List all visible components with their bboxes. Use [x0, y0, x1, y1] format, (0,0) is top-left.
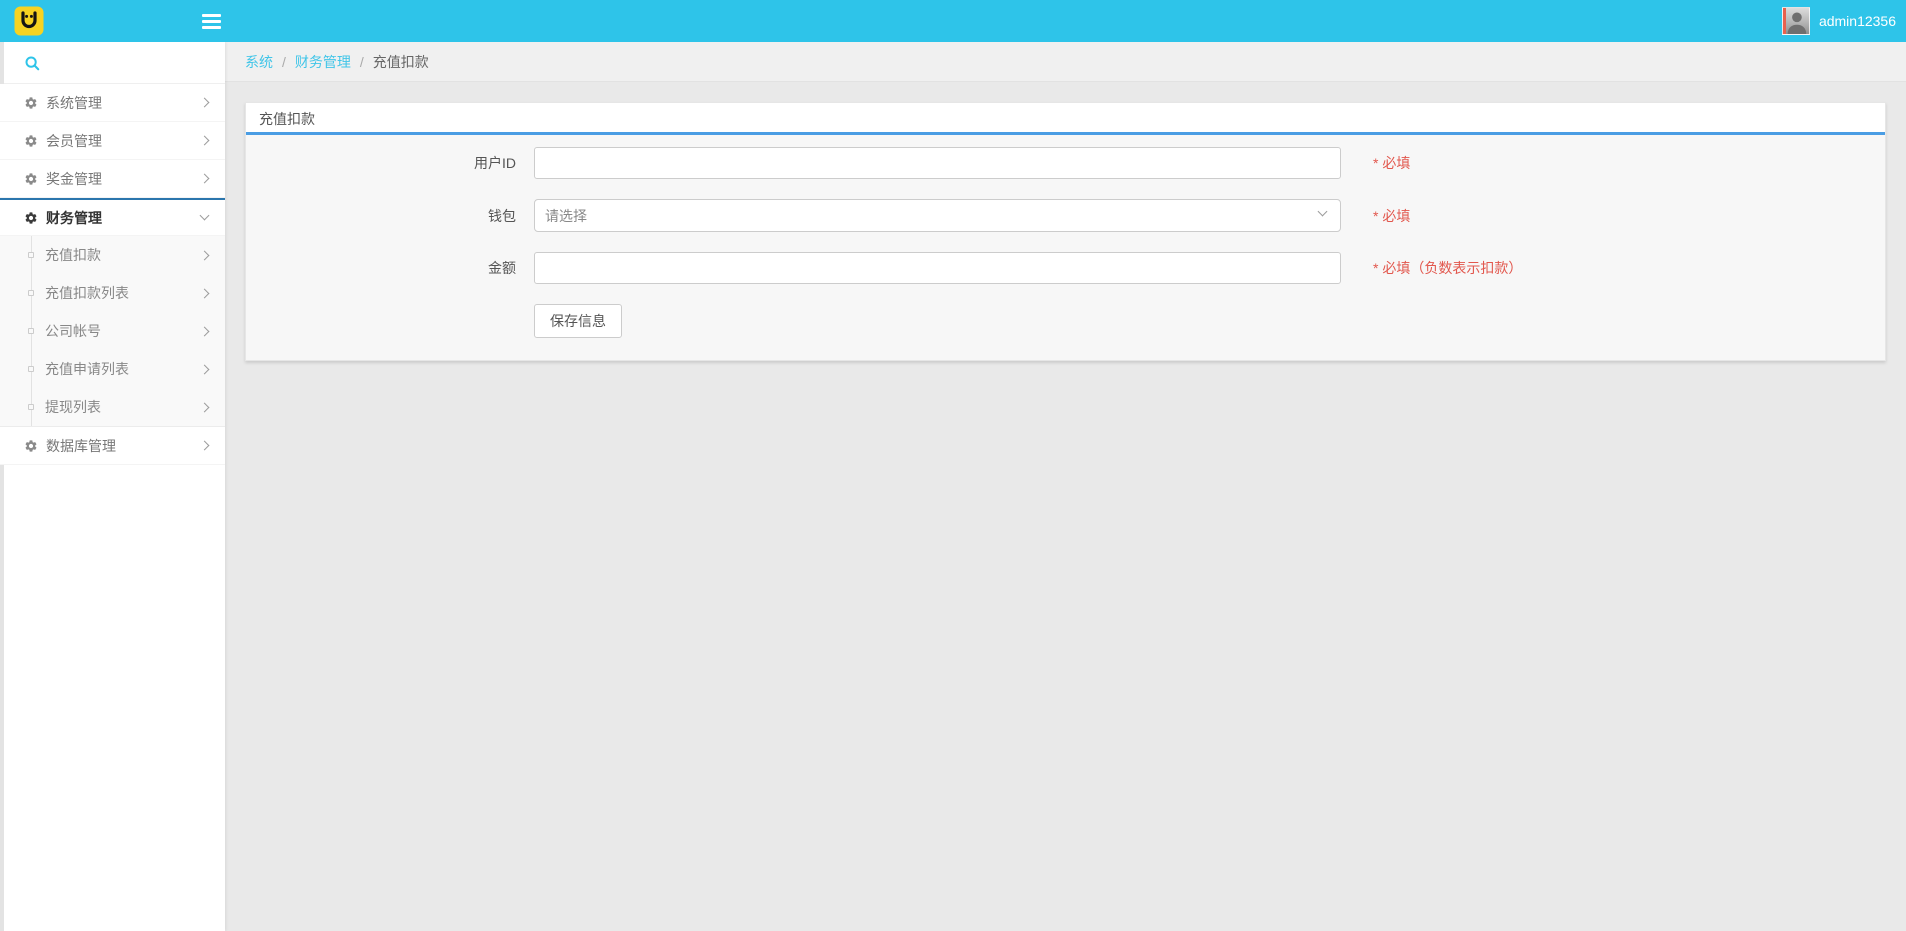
sidebar-item-label: 财务管理 [46, 208, 201, 228]
sidebar-subitem-label: 充值扣款 [45, 245, 201, 265]
hamburger-menu-button[interactable] [194, 0, 228, 42]
sidebar-search[interactable] [0, 42, 225, 84]
breadcrumb-link-system[interactable]: 系统 [245, 52, 273, 72]
breadcrumb-current: 充值扣款 [373, 52, 429, 72]
wallet-label: 钱包 [246, 206, 534, 226]
form-row-userid: 用户ID * 必填 [246, 147, 1885, 179]
breadcrumb: 系统 / 财务管理 / 充值扣款 [225, 42, 1906, 82]
sidebar-subitem-label: 充值申请列表 [45, 359, 201, 379]
sidebar-nav: 系统管理 会员管理 奖金管理 财务 [0, 84, 225, 465]
chevron-right-icon [200, 174, 210, 184]
gear-icon [24, 439, 38, 453]
form-row-wallet: 钱包 请选择 * 必填 [246, 199, 1885, 232]
avatar [1782, 7, 1810, 35]
form-row-amount: 金额 * 必填（负数表示扣款） [246, 252, 1885, 284]
app-logo[interactable] [14, 6, 44, 36]
sidebar-subitem-label: 提现列表 [45, 397, 201, 417]
gear-icon [24, 134, 38, 148]
chevron-down-icon [200, 211, 210, 221]
avatar-edge-strip [1783, 8, 1786, 34]
sidebar-subitem-recharge-request-list[interactable]: 充值申请列表 [0, 350, 225, 388]
sidebar-item-label: 数据库管理 [46, 436, 201, 456]
panel-title: 充值扣款 [246, 103, 1885, 135]
breadcrumb-separator: / [282, 54, 286, 70]
topbar: admin12356 [0, 0, 1906, 42]
sidebar-subitem-company-account[interactable]: 公司帐号 [0, 312, 225, 350]
chevron-right-icon [200, 288, 210, 298]
sidebar-subitem-label: 公司帐号 [45, 321, 201, 341]
sidebar-item-label: 会员管理 [46, 131, 201, 151]
square-bullet-icon [28, 290, 34, 296]
wallet-select-wrap: 请选择 [534, 199, 1341, 232]
main-content: 系统 / 财务管理 / 充值扣款 充值扣款 用户ID * 必填 钱包 [225, 0, 1906, 381]
search-icon [24, 55, 40, 71]
chevron-right-icon [200, 326, 210, 336]
amount-label: 金额 [246, 258, 534, 278]
chevron-right-icon [200, 250, 210, 260]
amount-input[interactable] [534, 252, 1341, 284]
sidebar-subitem-label: 充值扣款列表 [45, 283, 201, 303]
gear-icon [24, 211, 38, 225]
sidebar-item-label: 奖金管理 [46, 169, 201, 189]
sidebar-item-database-mgmt[interactable]: 数据库管理 [0, 427, 225, 465]
chevron-right-icon [200, 402, 210, 412]
square-bullet-icon [28, 366, 34, 372]
gear-icon [24, 172, 38, 186]
recharge-deduct-panel: 充值扣款 用户ID * 必填 钱包 请选择 [245, 102, 1886, 361]
wallet-required-note: * 必填 [1373, 206, 1410, 226]
user-menu[interactable]: admin12356 [1782, 0, 1896, 42]
smiley-logo-icon [14, 6, 44, 36]
breadcrumb-link-finance-mgmt[interactable]: 财务管理 [295, 52, 351, 72]
sidebar-item-bonus-mgmt[interactable]: 奖金管理 [0, 160, 225, 198]
chevron-right-icon [200, 98, 210, 108]
hamburger-icon [202, 14, 221, 17]
recharge-deduct-form: 用户ID * 必填 钱包 请选择 * 必填 [246, 135, 1885, 360]
sidebar-search-input[interactable] [48, 42, 225, 83]
sidebar-item-label: 系统管理 [46, 93, 201, 113]
square-bullet-icon [28, 252, 34, 258]
person-photo-icon [1783, 8, 1809, 34]
chevron-right-icon [200, 364, 210, 374]
username: admin12356 [1819, 13, 1896, 29]
sidebar-subitem-withdraw-list[interactable]: 提现列表 [0, 388, 225, 426]
breadcrumb-separator: / [360, 54, 364, 70]
chevron-right-icon [200, 441, 210, 451]
square-bullet-icon [28, 328, 34, 334]
userid-input[interactable] [534, 147, 1341, 179]
gear-icon [24, 96, 38, 110]
chevron-right-icon [200, 136, 210, 146]
finance-submenu: 充值扣款 充值扣款列表 公司帐号 充值申请列表 [0, 236, 225, 427]
sidebar-item-member-mgmt[interactable]: 会员管理 [0, 122, 225, 160]
amount-required-note: * 必填（负数表示扣款） [1373, 258, 1522, 278]
sidebar-item-system-mgmt[interactable]: 系统管理 [0, 84, 225, 122]
sidebar: 系统管理 会员管理 奖金管理 财务 [0, 42, 225, 931]
sidebar-subitem-recharge-deduct[interactable]: 充值扣款 [0, 236, 225, 274]
sidebar-subitem-recharge-deduct-list[interactable]: 充值扣款列表 [0, 274, 225, 312]
hamburger-bar [202, 26, 221, 29]
hamburger-bar [202, 20, 221, 23]
userid-required-note: * 必填 [1373, 153, 1410, 173]
save-button[interactable]: 保存信息 [534, 304, 622, 338]
sidebar-item-finance-mgmt[interactable]: 财务管理 [0, 198, 225, 236]
app-root: admin12356 系统管理 会员 [0, 0, 1906, 381]
wallet-select[interactable]: 请选择 [534, 199, 1341, 232]
square-bullet-icon [28, 404, 34, 410]
main-area: 充值扣款 用户ID * 必填 钱包 请选择 [225, 82, 1906, 381]
userid-label: 用户ID [246, 153, 534, 173]
form-row-submit: 保存信息 [246, 304, 1885, 338]
